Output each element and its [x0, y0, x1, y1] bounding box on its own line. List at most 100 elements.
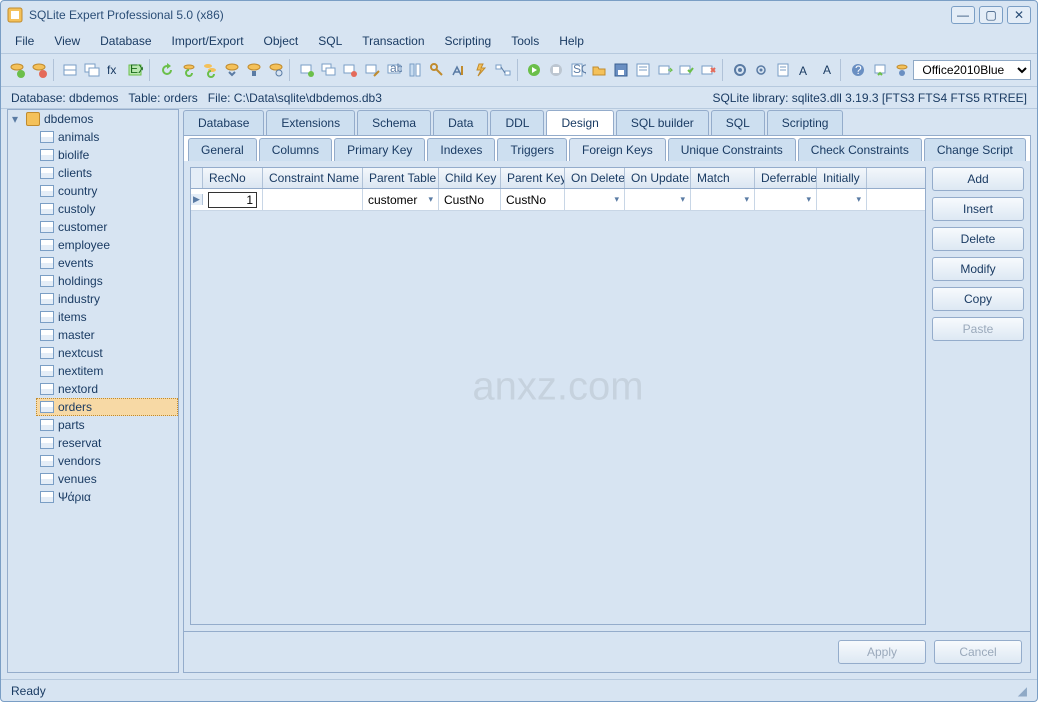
minimize-button[interactable]: —: [951, 6, 975, 24]
menu-file[interactable]: File: [7, 31, 42, 51]
col-constraint-name[interactable]: Constraint Name: [263, 168, 363, 188]
tree-panel[interactable]: ▾ dbdemos animalsbiolifeclientscountrycu…: [7, 109, 179, 673]
script-icon[interactable]: [773, 59, 793, 81]
maximize-button[interactable]: ▢: [979, 6, 1003, 24]
cell-recno[interactable]: [203, 189, 263, 210]
cell-on-delete[interactable]: [565, 189, 625, 210]
menu-view[interactable]: View: [46, 31, 88, 51]
menu-scripting[interactable]: Scripting: [437, 31, 500, 51]
tab-sql-builder[interactable]: SQL builder: [616, 110, 709, 135]
tree-table-nextcust[interactable]: nextcust: [36, 344, 178, 362]
theme-select[interactable]: Office2010Blue: [913, 60, 1031, 80]
apply-button[interactable]: Apply: [838, 640, 926, 664]
tab-schema[interactable]: Schema: [357, 110, 431, 135]
cell-match[interactable]: [691, 189, 755, 210]
table-copy-icon[interactable]: [319, 59, 339, 81]
run-icon[interactable]: [524, 59, 544, 81]
update-icon[interactable]: [870, 59, 890, 81]
compact-icon[interactable]: [222, 59, 242, 81]
sql-save-icon[interactable]: [611, 59, 631, 81]
tx-rollback-icon[interactable]: [698, 59, 718, 81]
about-icon[interactable]: [892, 59, 912, 81]
tab-data[interactable]: Data: [433, 110, 488, 135]
tree-table-orders[interactable]: orders: [36, 398, 178, 416]
recno-input[interactable]: [208, 192, 257, 208]
tab-database[interactable]: Database: [183, 110, 264, 135]
tree-table-vendors[interactable]: vendors: [36, 452, 178, 470]
key-icon[interactable]: [428, 59, 448, 81]
add-button[interactable]: Add: [932, 167, 1024, 191]
fk-icon[interactable]: [493, 59, 513, 81]
refresh-db-icon[interactable]: [179, 59, 199, 81]
subtab-unique-constraints[interactable]: Unique Constraints: [668, 138, 796, 161]
paste-button[interactable]: Paste: [932, 317, 1024, 341]
cell-parent-table[interactable]: customer: [363, 189, 439, 210]
font-large-icon[interactable]: A: [795, 59, 815, 81]
cancel-button[interactable]: Cancel: [934, 640, 1022, 664]
menu-database[interactable]: Database: [92, 31, 159, 51]
gear-icon[interactable]: [730, 59, 750, 81]
tab-extensions[interactable]: Extensions: [266, 110, 355, 135]
subtab-columns[interactable]: Columns: [259, 138, 332, 161]
tree-table-animals[interactable]: animals: [36, 128, 178, 146]
tree-table-master[interactable]: master: [36, 326, 178, 344]
help-icon[interactable]: ?: [848, 59, 868, 81]
subtab-primary-key[interactable]: Primary Key: [334, 138, 425, 161]
trigger-icon[interactable]: [471, 59, 491, 81]
subtab-indexes[interactable]: Indexes: [427, 138, 495, 161]
menu-transaction[interactable]: Transaction: [354, 31, 432, 51]
table-delete-icon[interactable]: [341, 59, 361, 81]
sql-new-icon[interactable]: SQL: [568, 59, 588, 81]
db-settings-icon[interactable]: [266, 59, 286, 81]
tab-sql[interactable]: SQL: [711, 110, 765, 135]
table-rename-icon[interactable]: ab: [384, 59, 404, 81]
fk-grid[interactable]: anxz.com RecNoConstraint NameParent Tabl…: [190, 167, 926, 625]
copy-button[interactable]: Copy: [932, 287, 1024, 311]
tables-icon[interactable]: [82, 59, 102, 81]
stop-icon[interactable]: [546, 59, 566, 81]
table-new-icon[interactable]: [297, 59, 317, 81]
tree-table-events[interactable]: events: [36, 254, 178, 272]
subtab-change-script[interactable]: Change Script: [924, 138, 1026, 161]
tx-begin-icon[interactable]: [655, 59, 675, 81]
col-child-key[interactable]: Child Key: [439, 168, 501, 188]
refresh-all-icon[interactable]: [200, 59, 220, 81]
subtab-foreign-keys[interactable]: Foreign Keys: [569, 138, 666, 161]
tree-table-biolife[interactable]: biolife: [36, 146, 178, 164]
font-small-icon[interactable]: A: [817, 59, 837, 81]
close-button[interactable]: ✕: [1007, 6, 1031, 24]
table-edit-icon[interactable]: [362, 59, 382, 81]
tree-table-Ψάρια[interactable]: Ψάρια: [36, 488, 178, 506]
tree-table-reservat[interactable]: reservat: [36, 434, 178, 452]
tree-db-node[interactable]: ▾ dbdemos: [8, 110, 178, 128]
collapse-icon[interactable]: ▾: [12, 112, 22, 126]
cell-parent-key[interactable]: CustNo: [501, 189, 565, 210]
ext-icon[interactable]: EXT: [125, 59, 145, 81]
tab-design[interactable]: Design: [546, 110, 613, 135]
modify-button[interactable]: Modify: [932, 257, 1024, 281]
cell-constraint-name[interactable]: [263, 189, 363, 210]
gear-small-icon[interactable]: [751, 59, 771, 81]
tree-table-venues[interactable]: venues: [36, 470, 178, 488]
insert-button[interactable]: Insert: [932, 197, 1024, 221]
menu-tools[interactable]: Tools: [503, 31, 547, 51]
tree-table-clients[interactable]: clients: [36, 164, 178, 182]
fx-icon[interactable]: fx: [104, 59, 124, 81]
col-deferrable[interactable]: Deferrable: [755, 168, 817, 188]
tx-commit-icon[interactable]: [677, 59, 697, 81]
db-remove-icon[interactable]: [29, 59, 49, 81]
sql-history-icon[interactable]: [633, 59, 653, 81]
cell-child-key[interactable]: CustNo: [439, 189, 501, 210]
column-icon[interactable]: [406, 59, 426, 81]
subtab-check-constraints[interactable]: Check Constraints: [798, 138, 922, 161]
tree-table-parts[interactable]: parts: [36, 416, 178, 434]
tree-table-custoly[interactable]: custoly: [36, 200, 178, 218]
menu-object[interactable]: Object: [256, 31, 307, 51]
col-recno[interactable]: RecNo: [203, 168, 263, 188]
tree-table-holdings[interactable]: holdings: [36, 272, 178, 290]
col-on-update[interactable]: On Update: [625, 168, 691, 188]
subtab-general[interactable]: General: [188, 138, 257, 161]
tab-scripting[interactable]: Scripting: [767, 110, 844, 135]
cell-on-update[interactable]: [625, 189, 691, 210]
cell-initially[interactable]: [817, 189, 867, 210]
